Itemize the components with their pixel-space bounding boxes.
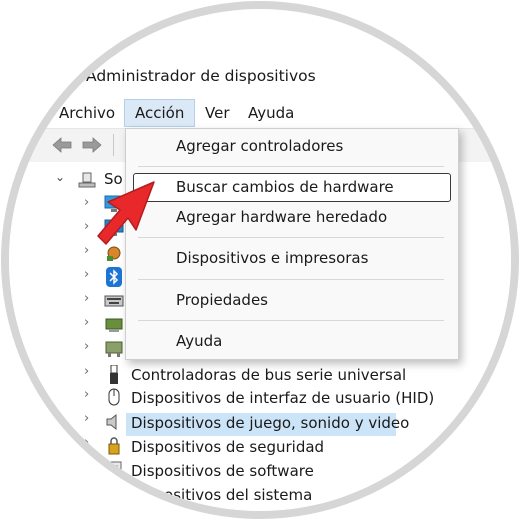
expand-chevron-icon[interactable]: › xyxy=(84,339,89,354)
controller-icon xyxy=(105,318,123,332)
red-pointer-arrow-icon xyxy=(97,181,155,245)
expand-chevron-icon[interactable]: › xyxy=(84,435,89,450)
menu-item-propiedades[interactable]: Propiedades xyxy=(176,290,268,310)
tree-item-security-devices[interactable]: Dispositivos de seguridad xyxy=(131,435,324,459)
tree-item-usb-controllers[interactable]: Controladoras de bus serie universal xyxy=(131,363,406,387)
arrow-right-icon[interactable] xyxy=(82,136,102,154)
menu-item-dispositivos-impresoras[interactable]: Dispositivos e impresoras xyxy=(176,248,368,268)
security-device-icon xyxy=(108,437,120,455)
menu-item-ayuda[interactable]: Ayuda xyxy=(176,331,222,351)
tree-item-system-devices[interactable]: Dispositivos del sistema xyxy=(131,483,312,507)
menu-separator xyxy=(138,166,444,167)
expand-chevron-icon[interactable]: › xyxy=(84,411,89,426)
expand-chevron-icon[interactable]: › xyxy=(84,315,89,330)
expand-chevron-icon[interactable]: › xyxy=(84,195,89,210)
hid-icon xyxy=(108,388,120,406)
arrow-left-icon[interactable] xyxy=(52,136,72,154)
menu-item-agregar-hardware-heredado[interactable]: Agregar hardware heredado xyxy=(176,207,387,227)
expand-chevron-icon[interactable]: › xyxy=(84,291,89,306)
expand-chevron-icon[interactable]: › xyxy=(84,219,89,234)
menu-separator xyxy=(138,237,444,238)
menu-separator xyxy=(138,320,444,321)
system-device-icon xyxy=(106,485,122,501)
device-manager-window: Administrador de dispositivos Archivo Ac… xyxy=(9,9,511,511)
expand-chevron-icon[interactable]: › xyxy=(84,483,89,498)
menu-item-agregar-controladores[interactable]: Agregar controladores xyxy=(176,136,343,156)
usb-icon xyxy=(110,365,118,384)
screenshot-frame: Administrador de dispositivos Archivo Ac… xyxy=(0,0,520,520)
keyboard-icon xyxy=(104,295,124,307)
network-adapter-icon xyxy=(105,341,123,357)
expand-chevron-icon[interactable]: › xyxy=(84,267,89,282)
toolbar-separator xyxy=(113,134,114,156)
bluetooth-icon xyxy=(106,267,122,287)
window-title: Administrador de dispositivos xyxy=(86,67,316,85)
computer-icon xyxy=(78,172,96,188)
expand-chevron-icon[interactable]: › xyxy=(84,243,89,258)
tree-item-game-sound-video[interactable]: Dispositivos de juego, sonido y video xyxy=(131,411,409,435)
collapse-chevron-icon[interactable]: ⌄ xyxy=(55,170,65,184)
software-device-icon xyxy=(106,461,122,477)
menu-ayuda[interactable]: Ayuda xyxy=(248,100,294,126)
circular-crop: Administrador de dispositivos Archivo Ac… xyxy=(9,9,511,511)
speaker-icon xyxy=(106,413,117,431)
tree-item-hid-devices[interactable]: Dispositivos de interfaz de usuario (HID… xyxy=(131,386,434,410)
menu-ver[interactable]: Ver xyxy=(205,100,230,126)
accion-dropdown-menu xyxy=(125,128,459,360)
expand-chevron-icon[interactable]: › xyxy=(84,364,89,379)
expand-chevron-icon[interactable]: › xyxy=(84,459,89,474)
menu-accion[interactable]: Acción xyxy=(124,99,196,127)
expand-chevron-icon[interactable]: › xyxy=(84,387,89,402)
menu-archivo[interactable]: Archivo xyxy=(59,100,115,126)
menu-separator xyxy=(138,279,444,280)
menu-item-buscar-cambios-hardware[interactable]: Buscar cambios de hardware xyxy=(176,177,394,197)
tree-item-software-devices[interactable]: Dispositivos de software xyxy=(131,459,314,483)
